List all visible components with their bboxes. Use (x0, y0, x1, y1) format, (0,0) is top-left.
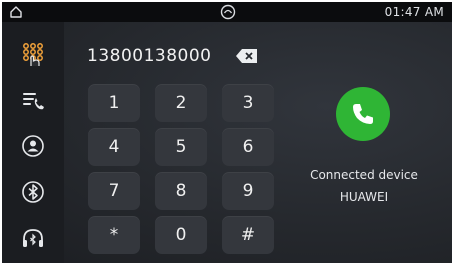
key-6[interactable]: 6 (222, 128, 274, 166)
key-star[interactable]: * (88, 216, 140, 254)
key-9[interactable]: 9 (222, 172, 274, 210)
dialed-number-display: 13800138000 (87, 46, 212, 66)
status-clock: 01:47 AM (384, 5, 444, 19)
key-0[interactable]: 0 (155, 216, 207, 254)
key-5[interactable]: 5 (155, 128, 207, 166)
key-1[interactable]: 1 (88, 84, 140, 122)
home-icon[interactable] (9, 5, 23, 19)
key-7[interactable]: 7 (88, 172, 140, 210)
sidebar-item-contacts[interactable] (2, 124, 64, 168)
sidebar-item-call-log[interactable] (2, 78, 64, 122)
backspace-icon[interactable] (235, 48, 259, 64)
sidebar-item-bluetooth[interactable] (2, 170, 64, 214)
sidebar-item-dialpad[interactable] (2, 32, 64, 76)
bluetooth-headset-icon (23, 229, 43, 247)
call-button[interactable] (336, 87, 390, 141)
bluetooth-icon (22, 181, 44, 203)
key-3[interactable]: 3 (222, 84, 274, 122)
brand-logo-icon (220, 4, 236, 20)
key-hash[interactable]: # (222, 216, 274, 254)
contacts-icon (22, 135, 44, 157)
call-log-icon (23, 93, 44, 110)
connected-device-label: Connected device (310, 168, 418, 182)
sidebar-nav (2, 22, 64, 263)
phone-call-icon (353, 104, 373, 124)
key-8[interactable]: 8 (155, 172, 207, 210)
connected-device-name: HUAWEI (339, 190, 389, 204)
key-4[interactable]: 4 (88, 128, 140, 166)
status-bar: 01:47 AM (2, 2, 452, 22)
phone-app-screen: 01:47 AM 13800138000 1 2 3 4 5 6 7 8 9 *… (2, 2, 452, 263)
dialpad-grid-icon (23, 43, 43, 66)
key-2[interactable]: 2 (155, 84, 207, 122)
sidebar-item-bluetooth-audio[interactable] (2, 216, 64, 260)
